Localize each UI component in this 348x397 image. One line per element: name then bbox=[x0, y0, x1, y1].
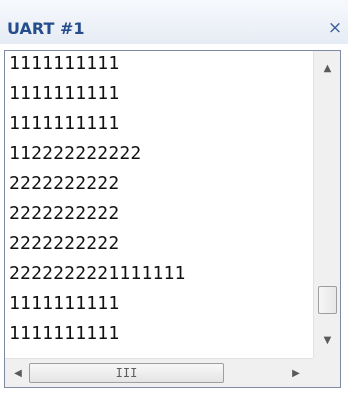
output-line: 2222222222 bbox=[9, 173, 120, 194]
title-bar: UART #1 × bbox=[0, 0, 348, 44]
scroll-right-arrow-icon[interactable]: ▶ bbox=[285, 359, 307, 387]
scroll-left-arrow-icon[interactable]: ◀ bbox=[7, 359, 29, 387]
horizontal-scrollbar[interactable]: ◀ III ▶ bbox=[5, 358, 313, 387]
output-line: 2222222222 bbox=[9, 203, 120, 224]
scroll-up-arrow-icon[interactable]: ▲ bbox=[314, 55, 340, 82]
uart-output-panel[interactable]: 1111111111 1111111111 1111111111 1122222… bbox=[4, 50, 341, 388]
close-icon[interactable]: × bbox=[326, 19, 344, 37]
output-line: 2222222222 bbox=[9, 233, 120, 254]
output-line: 1111111111 bbox=[9, 323, 120, 344]
output-line: 1111111111 bbox=[9, 293, 120, 314]
output-line: 1111111111 bbox=[9, 53, 120, 74]
scrollbar-corner bbox=[313, 358, 340, 387]
window-title: UART #1 bbox=[7, 19, 85, 38]
vertical-scrollbar[interactable]: ▲ ▼ bbox=[313, 51, 340, 358]
output-line: 2222222221111111 bbox=[9, 263, 186, 284]
uart-window: UART #1 × 1111111111 1111111111 11111111… bbox=[0, 0, 348, 397]
horizontal-scroll-thumb[interactable]: III bbox=[29, 363, 224, 383]
scroll-grip-icon: III bbox=[115, 366, 138, 380]
output-line: 112222222222 bbox=[9, 143, 142, 164]
vertical-scroll-thumb[interactable] bbox=[318, 286, 337, 314]
output-line: 1111111111 bbox=[9, 113, 120, 134]
uart-output-text[interactable]: 1111111111 1111111111 1111111111 1122222… bbox=[6, 52, 311, 357]
scroll-down-arrow-icon[interactable]: ▼ bbox=[314, 327, 340, 354]
output-line: 1111111111 bbox=[9, 83, 120, 104]
